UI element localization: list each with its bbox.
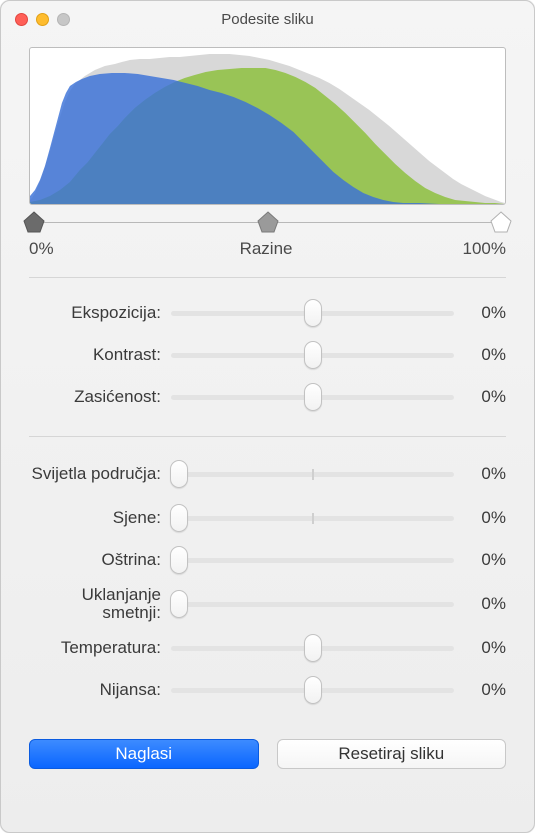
separator [29,436,506,437]
slider-ekspozicija[interactable] [171,301,454,325]
separator [29,277,506,278]
button-row: Naglasi Resetiraj sliku [29,739,506,769]
reset-button[interactable]: Resetiraj sliku [277,739,507,769]
adjust-color-window: Podesite sliku 0% Razine 100% [0,0,535,833]
slider-svijetla[interactable] [171,462,454,486]
slider-uklanjanje[interactable] [171,592,454,616]
slider-label: Uklanjanje smetnji: [29,586,171,622]
slider-label: Sjene: [29,509,171,527]
slider-value: 0% [454,345,506,365]
levels-handle-mid[interactable] [257,211,279,233]
slider-label: Nijansa: [29,681,171,699]
slider-value: 0% [454,594,506,614]
zoom-icon [57,13,70,26]
slider-label: Kontrast: [29,346,171,364]
slider-label: Ekspozicija: [29,304,171,322]
slider-row-kontrast: Kontrast: 0% [29,334,506,376]
minimize-icon[interactable] [36,13,49,26]
slider-value: 0% [454,508,506,528]
slider-zasicenost[interactable] [171,385,454,409]
slider-row-nijansa: Nijansa: 0% [29,669,506,711]
levels-label-center: Razine [240,239,293,259]
slider-track [171,516,454,521]
slider-thumb[interactable] [170,590,188,618]
slider-row-sjene: Sjene: 0% [29,497,506,539]
slider-track [171,602,454,607]
slider-track [171,472,454,477]
slider-ostrina[interactable] [171,548,454,572]
slider-label: Oštrina: [29,551,171,569]
slider-sjene[interactable] [171,506,454,530]
levels-labels: 0% Razine 100% [29,239,506,259]
slider-group: Svijetla područja:0%Sjene:0%Oštrina:0%Uk… [29,451,506,711]
slider-track [171,558,454,563]
slider-row-uklanjanje: Uklanjanje smetnji: 0% [29,581,506,627]
slider-value: 0% [454,680,506,700]
slider-nijansa[interactable] [171,678,454,702]
window-title: Podesite sliku [13,11,522,28]
slider-thumb[interactable] [304,341,322,369]
levels-track[interactable] [29,211,506,235]
histogram [29,47,506,205]
slider-thumb[interactable] [304,383,322,411]
slider-tick [312,513,314,524]
slider-thumb[interactable] [170,504,188,532]
close-icon[interactable] [15,13,28,26]
slider-value: 0% [454,638,506,658]
titlebar: Podesite sliku [1,1,534,37]
slider-label: Temperatura: [29,639,171,657]
slider-value: 0% [454,387,506,407]
traffic-lights [15,13,70,26]
slider-value: 0% [454,464,506,484]
slider-label: Zasićenost: [29,388,171,406]
slider-temperatura[interactable] [171,636,454,660]
slider-thumb[interactable] [304,676,322,704]
slider-thumb[interactable] [170,546,188,574]
slider-kontrast[interactable] [171,343,454,367]
content: 0% Razine 100% Ekspozicija: 0% Kontrast: 0%… [1,37,534,787]
slider-value: 0% [454,303,506,323]
enhance-button[interactable]: Naglasi [29,739,259,769]
slider-group: Ekspozicija: 0% Kontrast: 0% Zasićenost: 0% [29,292,506,418]
slider-label: Svijetla područja: [29,465,171,483]
slider-tick [312,469,314,480]
slider-thumb[interactable] [304,299,322,327]
slider-row-ostrina: Oštrina: 0% [29,539,506,581]
slider-row-temperatura: Temperatura: 0% [29,627,506,669]
levels-label-right: 100% [463,239,506,259]
levels-label-left: 0% [29,239,54,259]
slider-thumb[interactable] [304,634,322,662]
levels-handle-white[interactable] [490,211,512,233]
slider-value: 0% [454,550,506,570]
slider-thumb[interactable] [170,460,188,488]
slider-row-svijetla: Svijetla područja: 0% [29,451,506,497]
slider-row-ekspozicija: Ekspozicija: 0% [29,292,506,334]
levels-handle-black[interactable] [23,211,45,233]
slider-row-zasicenost: Zasićenost: 0% [29,376,506,418]
